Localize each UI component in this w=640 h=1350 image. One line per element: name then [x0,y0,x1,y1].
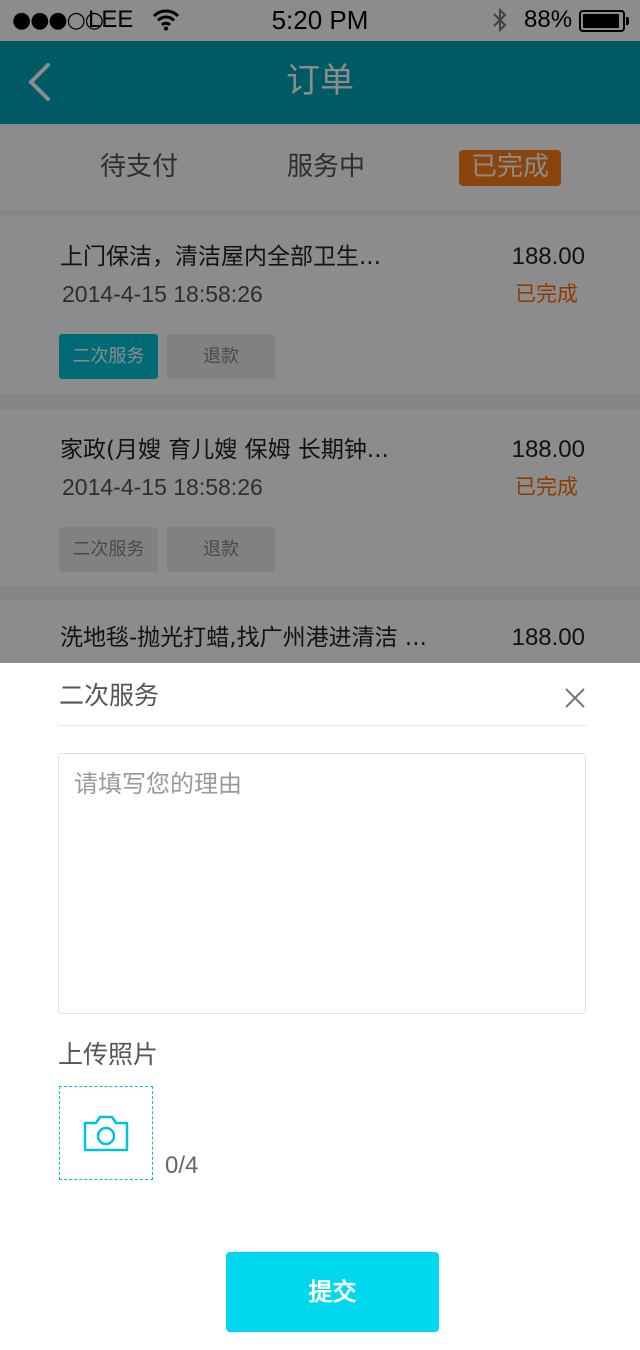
divider [59,725,586,726]
second-service-sheet: 二次服务 上传照片 0/4 提交 [0,663,640,1350]
upload-photo-label: 上传照片 [58,1040,159,1069]
submit-button[interactable]: 提交 [226,1252,439,1332]
modal-backdrop[interactable] [0,0,640,663]
close-icon [565,688,585,708]
upload-count: 0/4 [165,1152,199,1179]
sheet-title: 二次服务 [59,681,160,710]
camera-icon [83,1115,129,1152]
photo-upload-button[interactable] [59,1086,153,1180]
close-button[interactable] [562,685,588,711]
reason-input[interactable] [58,753,586,1014]
